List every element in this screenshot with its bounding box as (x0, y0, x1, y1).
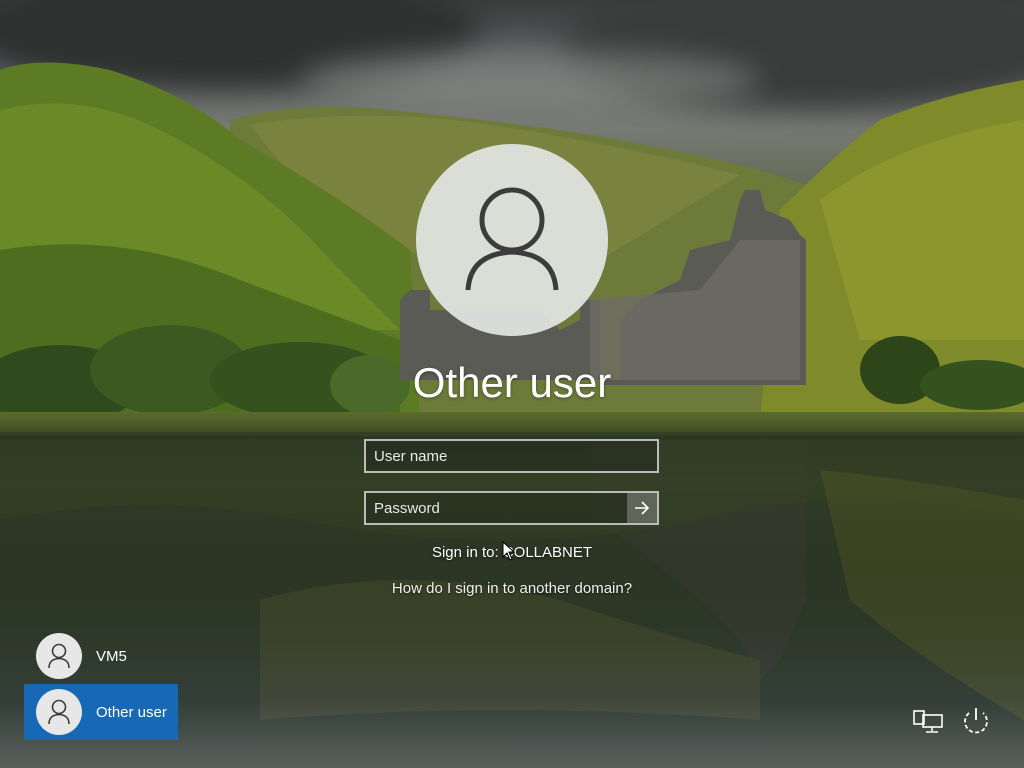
power-button[interactable] (958, 704, 994, 740)
user-tile-avatar (36, 689, 82, 735)
other-domain-help-link[interactable]: How do I sign in to another domain? (312, 580, 712, 597)
user-tile-avatar (36, 633, 82, 679)
person-icon (465, 187, 559, 291)
user-tile-other-user[interactable]: Other user (24, 684, 178, 740)
submit-button[interactable] (627, 493, 657, 523)
selected-user-name: Other user (412, 359, 612, 406)
user-tile-label: VM5 (96, 647, 127, 665)
password-field[interactable] (364, 491, 659, 525)
user-tile-label: Other user (96, 703, 167, 721)
network-button[interactable] (910, 704, 946, 740)
user-avatar (416, 144, 608, 336)
person-icon (48, 699, 70, 725)
person-icon (48, 643, 70, 669)
arrow-right-icon (635, 501, 650, 515)
user-tile-vm5[interactable]: VM5 (24, 628, 178, 684)
power-icon (964, 708, 988, 734)
mouse-cursor-icon (502, 541, 516, 561)
network-icon (913, 710, 943, 733)
username-field[interactable] (364, 439, 659, 473)
